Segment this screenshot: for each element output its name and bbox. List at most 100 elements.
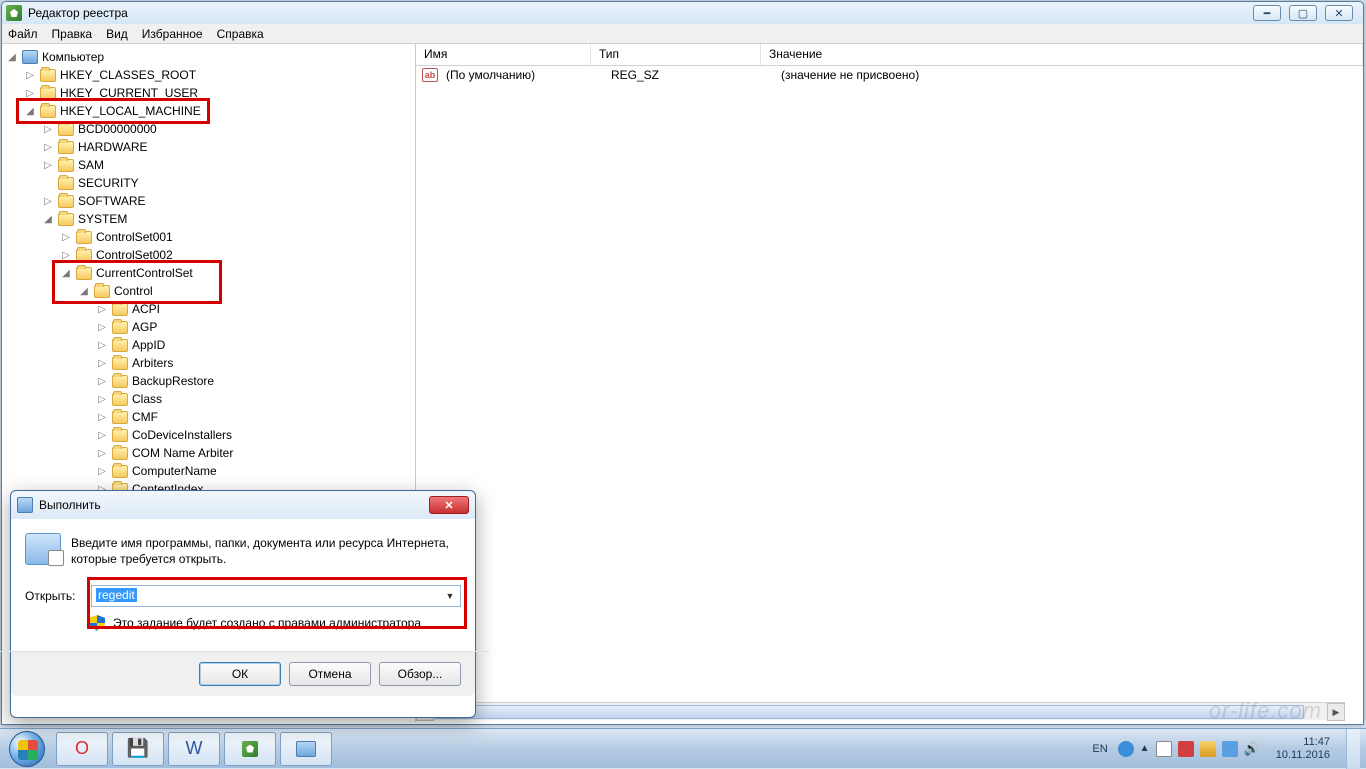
- window-title: Редактор реестра: [28, 6, 128, 20]
- col-value[interactable]: Значение: [761, 44, 1363, 65]
- folder-icon: [58, 195, 74, 208]
- folder-icon: [76, 267, 92, 280]
- tree-item[interactable]: ▷BackupRestore: [2, 372, 415, 390]
- tree-item[interactable]: ▷SOFTWARE: [2, 192, 415, 210]
- folder-icon: [112, 429, 128, 442]
- taskbar-opera[interactable]: O: [56, 732, 108, 766]
- value-name: (По умолчанию): [442, 68, 607, 82]
- run-dialog: Выполнить ✕ Введите имя программы, папки…: [10, 490, 476, 718]
- tree-item[interactable]: ▷ControlSet001: [2, 228, 415, 246]
- tree-item[interactable]: ◢Control: [2, 282, 415, 300]
- close-button[interactable]: ✕: [1325, 5, 1353, 21]
- folder-icon: [58, 123, 74, 136]
- dialog-titlebar[interactable]: Выполнить ✕: [11, 491, 475, 519]
- taskbar-run[interactable]: [280, 732, 332, 766]
- tree-item[interactable]: ▷AGP: [2, 318, 415, 336]
- folder-icon: [112, 303, 128, 316]
- tree-item[interactable]: ▷CMF: [2, 408, 415, 426]
- tree-item[interactable]: SECURITY: [2, 174, 415, 192]
- scroll-right-arrow[interactable]: ▶: [1327, 703, 1345, 721]
- folder-icon: [112, 339, 128, 352]
- language-indicator[interactable]: EN: [1092, 743, 1107, 755]
- tree-item[interactable]: ◢SYSTEM: [2, 210, 415, 228]
- tray-flag-icon[interactable]: [1156, 741, 1172, 757]
- clock[interactable]: 11:47 10.11.2016: [1270, 736, 1336, 762]
- run-icon: [17, 497, 33, 513]
- ok-button[interactable]: ОК: [199, 662, 281, 686]
- menubar: Файл Правка Вид Избранное Справка: [2, 24, 1363, 44]
- taskbar-regedit[interactable]: [224, 732, 276, 766]
- tree-item[interactable]: ▷ControlSet002: [2, 246, 415, 264]
- folder-icon: [112, 375, 128, 388]
- clock-date: 10.11.2016: [1276, 749, 1330, 762]
- system-tray: EN ▲ 🔊 11:47 10.11.2016: [1092, 729, 1366, 769]
- tree-item[interactable]: ▷ACPI: [2, 300, 415, 318]
- run-taskbar-icon: [296, 741, 316, 757]
- show-desktop-button[interactable]: [1346, 729, 1360, 769]
- open-combobox[interactable]: regedit ▼: [91, 585, 461, 607]
- tree-item[interactable]: ▷HARDWARE: [2, 138, 415, 156]
- tree-item[interactable]: ▷BCD00000000: [2, 120, 415, 138]
- combo-dropdown-icon[interactable]: ▼: [441, 587, 459, 605]
- tree-item[interactable]: ▷AppID: [2, 336, 415, 354]
- menu-file[interactable]: Файл: [8, 27, 38, 41]
- titlebar[interactable]: Редактор реестра ━ ▢ ✕: [2, 2, 1363, 24]
- dialog-close-button[interactable]: ✕: [429, 496, 469, 514]
- regedit-icon: [6, 5, 22, 21]
- value-row[interactable]: ab (По умолчанию) REG_SZ (значение не пр…: [416, 66, 1363, 84]
- tree-item[interactable]: ▷HKEY_CLASSES_ROOT: [2, 66, 415, 84]
- tray-update-icon[interactable]: [1200, 741, 1216, 757]
- taskbar-word[interactable]: W: [168, 732, 220, 766]
- open-input-value[interactable]: regedit: [96, 588, 137, 602]
- col-type[interactable]: Тип: [591, 44, 761, 65]
- tray-volume-icon[interactable]: 🔊: [1244, 741, 1260, 757]
- menu-edit[interactable]: Правка: [52, 27, 93, 41]
- tray-expand-icon[interactable]: ▲: [1140, 743, 1150, 754]
- run-description: Введите имя программы, папки, документа …: [71, 533, 461, 567]
- tree-item[interactable]: ◢CurrentControlSet: [2, 264, 415, 282]
- tree-root[interactable]: ◢Компьютер: [2, 48, 415, 66]
- folder-icon: [94, 285, 110, 298]
- folder-icon: [112, 393, 128, 406]
- cancel-button[interactable]: Отмена: [289, 662, 371, 686]
- menu-favorites[interactable]: Избранное: [142, 27, 203, 41]
- tree-item[interactable]: ▷SAM: [2, 156, 415, 174]
- tree-item[interactable]: ▷Arbiters: [2, 354, 415, 372]
- col-name[interactable]: Имя: [416, 44, 591, 65]
- tree-item[interactable]: ▷CoDeviceInstallers: [2, 426, 415, 444]
- folder-icon: [58, 141, 74, 154]
- dialog-title: Выполнить: [39, 498, 429, 512]
- string-value-icon: ab: [422, 68, 438, 82]
- taskbar-save[interactable]: 💾: [112, 732, 164, 766]
- tree-item[interactable]: ▷COM Name Arbiter: [2, 444, 415, 462]
- tree-item[interactable]: ▷ComputerName: [2, 462, 415, 480]
- computer-icon: [22, 50, 38, 64]
- folder-icon: [112, 411, 128, 424]
- value-list-pane: Имя Тип Значение ab (По умолчанию) REG_S…: [416, 44, 1363, 722]
- clock-time: 11:47: [1276, 736, 1330, 749]
- folder-icon: [58, 213, 74, 226]
- tray-network-icon[interactable]: [1222, 741, 1238, 757]
- folder-icon: [112, 357, 128, 370]
- minimize-button[interactable]: ━: [1253, 5, 1281, 21]
- tray-help-icon[interactable]: [1118, 741, 1134, 757]
- tree-item[interactable]: ▷Class: [2, 390, 415, 408]
- menu-help[interactable]: Справка: [217, 27, 264, 41]
- tree-item[interactable]: ◢HKEY_LOCAL_MACHINE: [2, 102, 415, 120]
- run-program-icon: [25, 533, 61, 565]
- menu-view[interactable]: Вид: [106, 27, 128, 41]
- start-button[interactable]: [0, 729, 54, 769]
- maximize-button[interactable]: ▢: [1289, 5, 1317, 21]
- list-body[interactable]: ab (По умолчанию) REG_SZ (значение не пр…: [416, 66, 1363, 722]
- scroll-thumb[interactable]: [434, 705, 1304, 719]
- tray-security-icon[interactable]: [1178, 741, 1194, 757]
- browse-button[interactable]: Обзор...: [379, 662, 461, 686]
- horizontal-scrollbar[interactable]: ◀ ▶: [416, 702, 1345, 720]
- taskbar: O 💾 W EN ▲ 🔊 11:47 10.11.2016: [0, 728, 1366, 768]
- regedit-taskbar-icon: [242, 741, 258, 757]
- folder-icon: [112, 447, 128, 460]
- folder-icon: [40, 105, 56, 118]
- value-type: REG_SZ: [607, 68, 777, 82]
- value-data: (значение не присвоено): [777, 68, 1363, 82]
- tree-item[interactable]: ▷HKEY_CURRENT_USER: [2, 84, 415, 102]
